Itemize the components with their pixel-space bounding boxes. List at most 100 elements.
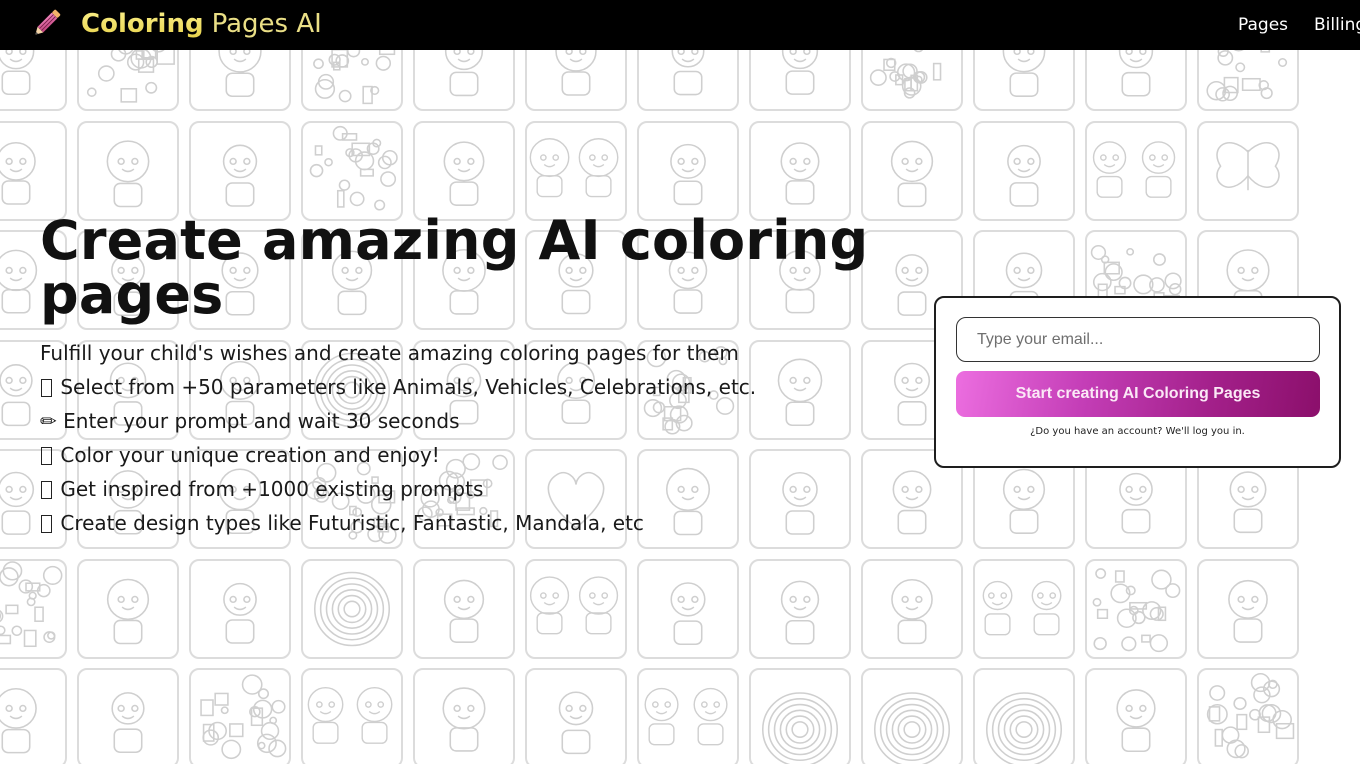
coloring-page-thumbnail[interactable]: [1197, 50, 1299, 111]
coloring-page-thumbnail[interactable]: [77, 50, 179, 111]
coloring-page-thumbnail[interactable]: [1085, 120, 1187, 221]
coloring-page-thumbnail[interactable]: [973, 120, 1075, 221]
coloring-page-thumbnail[interactable]: [861, 668, 963, 764]
coloring-page-thumbnail[interactable]: [1197, 120, 1299, 221]
coloring-page-thumbnail[interactable]: [525, 558, 627, 659]
two-puppies-illustration: [644, 687, 728, 746]
nav-link-billing[interactable]: Billing: [1314, 15, 1360, 35]
feature-text: Get inspired from +1000 existing prompts: [60, 477, 484, 501]
coloring-page-thumbnail[interactable]: [525, 668, 627, 764]
coloring-page-thumbnail[interactable]: [749, 50, 851, 111]
coloring-page-thumbnail[interactable]: [77, 668, 179, 764]
coloring-page-thumbnail[interactable]: [525, 50, 627, 111]
coloring-page-thumbnail[interactable]: [637, 120, 739, 221]
elephant-illustration: [0, 141, 36, 205]
coloring-page-thumbnail[interactable]: [413, 558, 515, 659]
masked-girl-illustration: [780, 580, 820, 645]
queen-illustration: [558, 691, 594, 755]
top-navbar: ColoringPages AI Pages Billing: [0, 0, 1360, 50]
coloring-page-thumbnail[interactable]: [861, 50, 963, 111]
missing-glyph-icon: [41, 481, 52, 499]
hero-features: Fulfill your child's wishes and create a…: [40, 336, 920, 540]
coloring-page-thumbnail[interactable]: [1085, 558, 1187, 659]
pencil-icon: [35, 9, 61, 35]
unicorn-illustration: [0, 50, 35, 96]
feature-item: Color your unique creation and enjoy!: [40, 438, 920, 472]
coloring-page-thumbnail[interactable]: [77, 558, 179, 659]
bow-girl-illustration: [1116, 689, 1156, 753]
coloring-page-thumbnail[interactable]: [0, 558, 67, 659]
coloring-page-thumbnail[interactable]: [973, 668, 1075, 764]
butterfly-illustration: [1216, 141, 1280, 190]
kart-illustration: [670, 581, 706, 645]
coloring-page-thumbnail[interactable]: [861, 558, 963, 659]
coloring-page-thumbnail[interactable]: [1085, 50, 1187, 111]
hero-subtitle: Fulfill your child's wishes and create a…: [40, 341, 739, 365]
beast-castle-illustration: [780, 141, 820, 205]
nav-link-pages[interactable]: Pages: [1238, 15, 1288, 35]
feature-text: Select from +50 parameters like Animals,…: [60, 375, 757, 399]
missing-glyph-icon: [41, 447, 52, 465]
coloring-page-thumbnail[interactable]: [189, 120, 291, 221]
yoda-illustration: [443, 140, 485, 206]
coloring-page-thumbnail[interactable]: [0, 120, 67, 221]
coloring-page-thumbnail[interactable]: [413, 50, 515, 111]
coloring-page-thumbnail[interactable]: [413, 120, 515, 221]
feature-text: Color your unique creation and enjoy!: [60, 443, 440, 467]
coloring-page-thumbnail[interactable]: [749, 120, 851, 221]
hero-title: Create amazing AI coloring pages: [40, 209, 869, 326]
icons-pattern-illustration: [1206, 673, 1295, 759]
knights-illustration: [671, 50, 705, 96]
rainbow-beach-illustration: [985, 692, 1063, 764]
cityscape-illustration: [0, 560, 63, 647]
email-input[interactable]: [956, 317, 1320, 362]
coloring-page-thumbnail[interactable]: [973, 558, 1075, 659]
hooded-boys-illustration: [982, 580, 1062, 635]
coloring-page-thumbnail[interactable]: [637, 558, 739, 659]
nav-links: Pages Billing: [1238, 0, 1360, 50]
coloring-page-thumbnail[interactable]: [637, 50, 739, 111]
coloring-page-thumbnail[interactable]: [301, 558, 403, 659]
coloring-page-thumbnail[interactable]: [749, 558, 851, 659]
coloring-page-thumbnail[interactable]: [301, 120, 403, 221]
coloring-page-thumbnail[interactable]: [0, 50, 67, 111]
doodle-scene-illustration: [313, 50, 396, 105]
meditation-illustration: [1002, 50, 1046, 97]
hedgehog-illustration: [1007, 144, 1041, 207]
two-pigs-illustration: [307, 687, 393, 744]
start-creating-button[interactable]: Start creating AI Coloring Pages: [956, 371, 1320, 417]
login-note: ¿Do you have an account? We'll log you i…: [1030, 426, 1245, 437]
coloring-page-thumbnail[interactable]: [189, 50, 291, 111]
coloring-page-thumbnail[interactable]: [413, 668, 515, 764]
missing-glyph-icon: [41, 379, 52, 397]
rainbow-mandala-illustration: [873, 692, 951, 764]
coloring-page-thumbnail[interactable]: [749, 668, 851, 764]
princesses-illustration: [529, 137, 619, 197]
feature-item: Select from +50 parameters like Animals,…: [40, 370, 920, 404]
brand-name-strong: Coloring: [81, 9, 204, 39]
mouse-illustration: [891, 578, 933, 644]
coloring-page-thumbnail[interactable]: [861, 120, 963, 221]
coloring-page-thumbnail[interactable]: [1197, 558, 1299, 659]
batman-illustration: [670, 143, 706, 205]
chef-illustration: [223, 582, 257, 644]
coloring-page-thumbnail[interactable]: [301, 668, 403, 764]
coloring-page-thumbnail[interactable]: [1085, 668, 1187, 764]
feature-text: Enter your prompt and wait 30 seconds: [63, 409, 460, 433]
coloring-page-thumbnail[interactable]: [637, 668, 739, 764]
coloring-page-thumbnail[interactable]: [525, 120, 627, 221]
anime-girl-illustration: [106, 139, 150, 207]
coloring-page-thumbnail[interactable]: [0, 668, 67, 764]
coloring-page-thumbnail[interactable]: [1197, 668, 1299, 764]
coloring-page-thumbnail[interactable]: [973, 50, 1075, 111]
coloring-page-thumbnail[interactable]: [77, 120, 179, 221]
dress-pattern-illustration: [86, 50, 175, 103]
coloring-page-thumbnail[interactable]: [301, 50, 403, 111]
flower-basket-illustration: [444, 50, 484, 97]
city-illustration: [1092, 567, 1181, 652]
village-illustration: [200, 674, 287, 760]
brand-logo-link[interactable]: Coloring Pages AI: [28, 4, 322, 44]
twin-girls-illustration: [1092, 140, 1176, 198]
coloring-page-thumbnail[interactable]: [189, 558, 291, 659]
coloring-page-thumbnail[interactable]: [189, 668, 291, 764]
